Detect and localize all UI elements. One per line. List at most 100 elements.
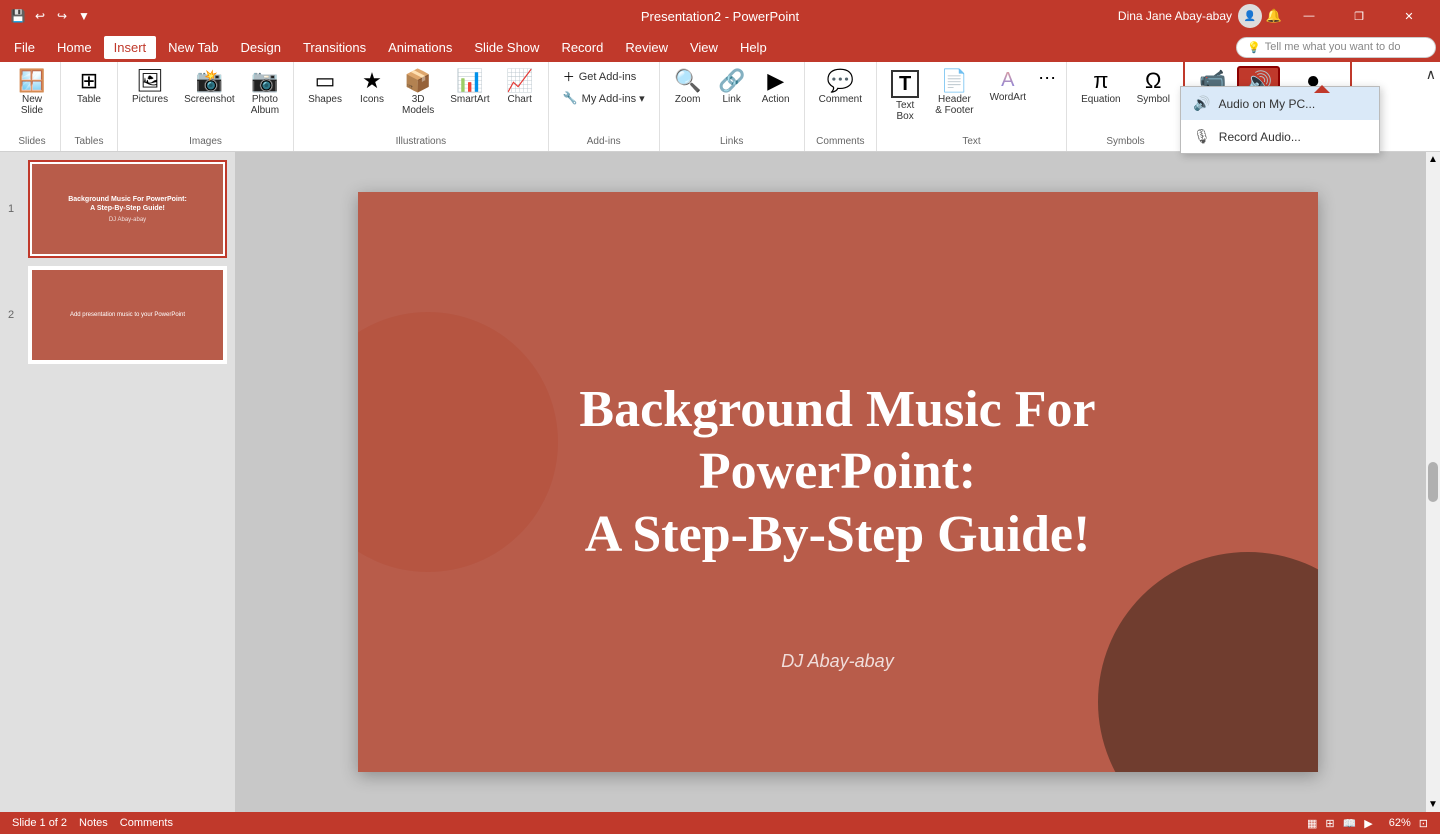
comment-button[interactable]: 💬 Comment bbox=[813, 66, 868, 109]
get-addins-button[interactable]: ＋ Get Add-ins bbox=[557, 66, 651, 87]
status-bar: Slide 1 of 2 Notes Comments ▦ ⊞ 📖 ▶ 62% … bbox=[0, 812, 1440, 834]
audio-on-my-pc-item[interactable]: 🔊 Audio on My PC... bbox=[1181, 87, 1379, 120]
slide-1-number: 1 bbox=[8, 203, 14, 215]
notifications-icon[interactable]: 🔔 bbox=[1266, 8, 1282, 24]
menu-review[interactable]: Review bbox=[615, 36, 678, 59]
menu-file[interactable]: File bbox=[4, 36, 45, 59]
slide-main-title: Background Music For PowerPoint: A Step-… bbox=[454, 379, 1222, 566]
save-icon[interactable]: 💾 bbox=[8, 6, 28, 26]
shapes-button[interactable]: ▭ Shapes bbox=[302, 66, 348, 109]
table-icon: ⊞ bbox=[80, 70, 98, 92]
images-items: 🖼 Pictures 📸 Screenshot 📷 PhotoAlbum bbox=[126, 66, 285, 134]
menu-animations[interactable]: Animations bbox=[378, 36, 462, 59]
text-group-label: Text bbox=[962, 134, 980, 147]
slide-canvas[interactable]: Background Music For PowerPoint: A Step-… bbox=[358, 192, 1318, 772]
ribbon-group-symbols: π Equation Ω Symbol Symbols bbox=[1067, 62, 1185, 151]
links-items: 🔍 Zoom 🔗 Link ▶ Action bbox=[668, 66, 796, 134]
menu-insert[interactable]: Insert bbox=[104, 36, 157, 59]
menu-home[interactable]: Home bbox=[47, 36, 102, 59]
action-button[interactable]: ▶ Action bbox=[756, 66, 796, 109]
close-button[interactable]: ✕ bbox=[1386, 0, 1432, 32]
comments-button[interactable]: Comments bbox=[120, 817, 173, 829]
title-bar-left: 💾 ↩ ↪ ▼ bbox=[8, 6, 94, 26]
link-button[interactable]: 🔗 Link bbox=[712, 66, 752, 109]
minimize-button[interactable]: — bbox=[1286, 0, 1332, 32]
wordart-icon: A bbox=[1001, 70, 1014, 90]
links-group-label: Links bbox=[720, 134, 743, 147]
slide-2-thumb[interactable]: Add presentation music to your PowerPoin… bbox=[28, 266, 227, 364]
zoom-button[interactable]: 🔍 Zoom bbox=[668, 66, 708, 109]
title-bar-right: Dina Jane Abay-abay 👤 🔔 — ❐ ✕ bbox=[1118, 0, 1432, 32]
ribbon-collapse-button[interactable]: ∧ bbox=[1426, 66, 1436, 83]
3d-models-button[interactable]: 📦 3DModels bbox=[396, 66, 440, 120]
new-slide-icon: 🪟 bbox=[18, 70, 45, 92]
redo-icon[interactable]: ↪ bbox=[52, 6, 72, 26]
chart-icon: 📈 bbox=[506, 70, 533, 92]
images-group-label: Images bbox=[189, 134, 222, 147]
slide-1-thumb[interactable]: Background Music For PowerPoint:A Step-B… bbox=[28, 160, 227, 258]
slide-sorter-icon[interactable]: ⊞ bbox=[1325, 817, 1334, 830]
menu-newtab[interactable]: New Tab bbox=[158, 36, 228, 59]
scroll-down-icon[interactable]: ▼ bbox=[1428, 799, 1438, 810]
symbol-button[interactable]: Ω Symbol bbox=[1131, 66, 1176, 109]
undo-icon[interactable]: ↩ bbox=[30, 6, 50, 26]
chart-button[interactable]: 📈 Chart bbox=[500, 66, 540, 109]
zoom-level: 62% bbox=[1389, 817, 1411, 829]
slide-author: DJ Abay-abay bbox=[781, 651, 893, 672]
tell-me-input[interactable]: 💡 Tell me what you want to do bbox=[1236, 37, 1436, 58]
normal-view-icon[interactable]: ▦ bbox=[1307, 817, 1317, 830]
audio-dropdown-menu: 🔊 Audio on My PC... 🎙 Record Audio... bbox=[1180, 86, 1380, 154]
my-addins-button[interactable]: 🔧 My Add-ins ▾ bbox=[557, 89, 651, 107]
new-slide-button[interactable]: 🪟 NewSlide bbox=[12, 66, 52, 120]
icons-icon: ★ bbox=[362, 70, 382, 92]
header-footer-button[interactable]: 📄 Header& Footer bbox=[929, 66, 979, 120]
menu-design[interactable]: Design bbox=[231, 36, 291, 59]
customize-qat-icon[interactable]: ▼ bbox=[74, 6, 94, 26]
smartart-button[interactable]: 📊 SmartArt bbox=[444, 66, 495, 109]
photo-album-button[interactable]: 📷 PhotoAlbum bbox=[245, 66, 285, 120]
slide-2-number: 2 bbox=[8, 309, 14, 321]
my-addins-icon: 🔧 bbox=[563, 91, 578, 105]
menu-view[interactable]: View bbox=[680, 36, 728, 59]
user-avatar: 👤 bbox=[1238, 4, 1262, 28]
notes-button[interactable]: Notes bbox=[79, 817, 108, 829]
text-items: T TextBox 📄 Header& Footer A WordArt ⋯ bbox=[885, 66, 1058, 134]
menu-help[interactable]: Help bbox=[730, 36, 777, 59]
ribbon-group-illustrations: ▭ Shapes ★ Icons 📦 3DModels 📊 SmartArt 📈… bbox=[294, 62, 549, 151]
quick-access-toolbar: 💾 ↩ ↪ ▼ bbox=[8, 6, 94, 26]
restore-button[interactable]: ❐ bbox=[1336, 0, 1382, 32]
ribbon-group-addins: ＋ Get Add-ins 🔧 My Add-ins ▾ Add-ins bbox=[549, 62, 660, 151]
vertical-scrollbar[interactable]: ▲ ▼ bbox=[1426, 152, 1440, 812]
slide-2-preview: Add presentation music to your PowerPoin… bbox=[32, 270, 223, 360]
pictures-button[interactable]: 🖼 Pictures bbox=[126, 66, 174, 109]
menu-record[interactable]: Record bbox=[551, 36, 613, 59]
smartart-icon: 📊 bbox=[456, 70, 483, 92]
scroll-up-icon[interactable]: ▲ bbox=[1428, 154, 1438, 165]
menu-slideshow[interactable]: Slide Show bbox=[464, 36, 549, 59]
slides-group-label: Slides bbox=[18, 134, 45, 147]
reading-view-icon[interactable]: 📖 bbox=[1343, 817, 1357, 830]
slideshow-view-icon[interactable]: ▶ bbox=[1364, 817, 1372, 830]
wordart-button[interactable]: A WordArt bbox=[984, 66, 1033, 107]
3d-models-icon: 📦 bbox=[404, 70, 431, 92]
tell-me-bar: 💡 Tell me what you want to do bbox=[1236, 37, 1436, 58]
action-icon: ▶ bbox=[767, 70, 784, 92]
scroll-thumb[interactable] bbox=[1428, 462, 1438, 502]
photo-album-icon: 📷 bbox=[251, 70, 278, 92]
fit-slide-icon[interactable]: ⊡ bbox=[1419, 817, 1428, 830]
comments-items: 💬 Comment bbox=[813, 66, 868, 134]
screenshot-button[interactable]: 📸 Screenshot bbox=[178, 66, 241, 109]
tell-me-placeholder: Tell me what you want to do bbox=[1265, 41, 1401, 53]
text-box-button[interactable]: T TextBox bbox=[885, 66, 925, 126]
icons-button[interactable]: ★ Icons bbox=[352, 66, 392, 109]
tables-group-label: Tables bbox=[75, 134, 104, 147]
text-more-icon[interactable]: ⋯ bbox=[1036, 66, 1058, 91]
ribbon-group-comments: 💬 Comment Comments bbox=[805, 62, 877, 151]
record-audio-item[interactable]: 🎙 Record Audio... bbox=[1181, 120, 1379, 153]
menu-transitions[interactable]: Transitions bbox=[293, 36, 376, 59]
table-button[interactable]: ⊞ Table bbox=[69, 66, 109, 109]
equation-button[interactable]: π Equation bbox=[1075, 66, 1126, 109]
comments-group-label: Comments bbox=[816, 134, 864, 147]
illustrations-items: ▭ Shapes ★ Icons 📦 3DModels 📊 SmartArt 📈… bbox=[302, 66, 540, 134]
user-area[interactable]: Dina Jane Abay-abay 👤 bbox=[1118, 4, 1262, 28]
